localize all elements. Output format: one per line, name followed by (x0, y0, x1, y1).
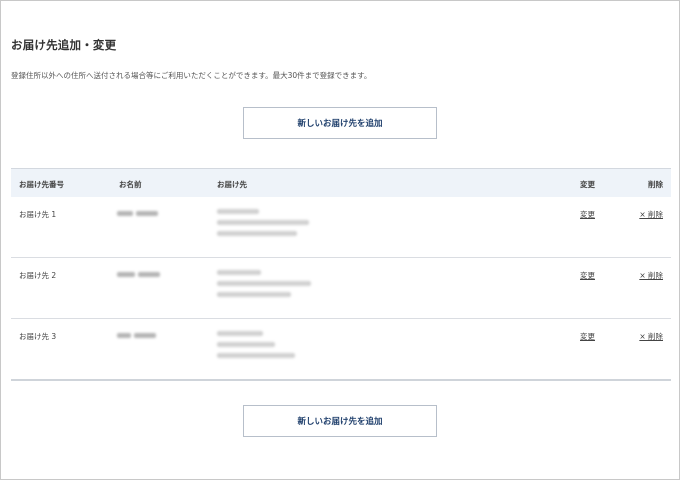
header-edit: 変更 (580, 180, 595, 189)
redacted-name (117, 272, 169, 291)
add-address-button-top[interactable]: 新しいお届け先を追加 (243, 107, 437, 139)
header-name: お名前 (119, 180, 142, 189)
row-number: お届け先 2 (19, 271, 57, 280)
header-address: お届け先 (217, 180, 247, 189)
add-address-button-bottom[interactable]: 新しいお届け先を追加 (243, 405, 437, 437)
redacted-name (117, 211, 169, 230)
page-title: お届け先追加・変更 (11, 38, 117, 52)
table-row: お届け先 1 変更 × 削除 (11, 197, 671, 258)
redacted-address (217, 270, 311, 303)
redacted-name (117, 333, 169, 352)
address-table: お届け先番号 お名前 お届け先 変更 削除 お届け先 1 変更 × 削除 お届け… (11, 168, 671, 381)
edit-link[interactable]: 変更 (580, 270, 595, 281)
delete-link[interactable]: × 削除 (639, 209, 663, 220)
table-row: お届け先 3 変更 × 削除 (11, 319, 671, 381)
page-frame: お届け先追加・変更 登録住所以外への住所へ送付される場合等にご利用いただくことが… (0, 0, 680, 480)
delete-link[interactable]: × 削除 (639, 331, 663, 342)
redacted-address (217, 209, 309, 242)
row-number: お届け先 3 (19, 332, 57, 341)
page-description: 登録住所以外への住所へ送付される場合等にご利用いただくことができます。最大30件… (11, 71, 372, 80)
delete-link[interactable]: × 削除 (639, 270, 663, 281)
row-number: お届け先 1 (19, 210, 57, 219)
edit-link[interactable]: 変更 (580, 331, 595, 342)
table-row: お届け先 2 変更 × 削除 (11, 258, 671, 319)
header-delete: 削除 (648, 180, 663, 189)
table-header: お届け先番号 お名前 お届け先 変更 削除 (11, 169, 671, 197)
header-number: お届け先番号 (19, 180, 64, 189)
edit-link[interactable]: 変更 (580, 209, 595, 220)
redacted-address (217, 331, 295, 364)
